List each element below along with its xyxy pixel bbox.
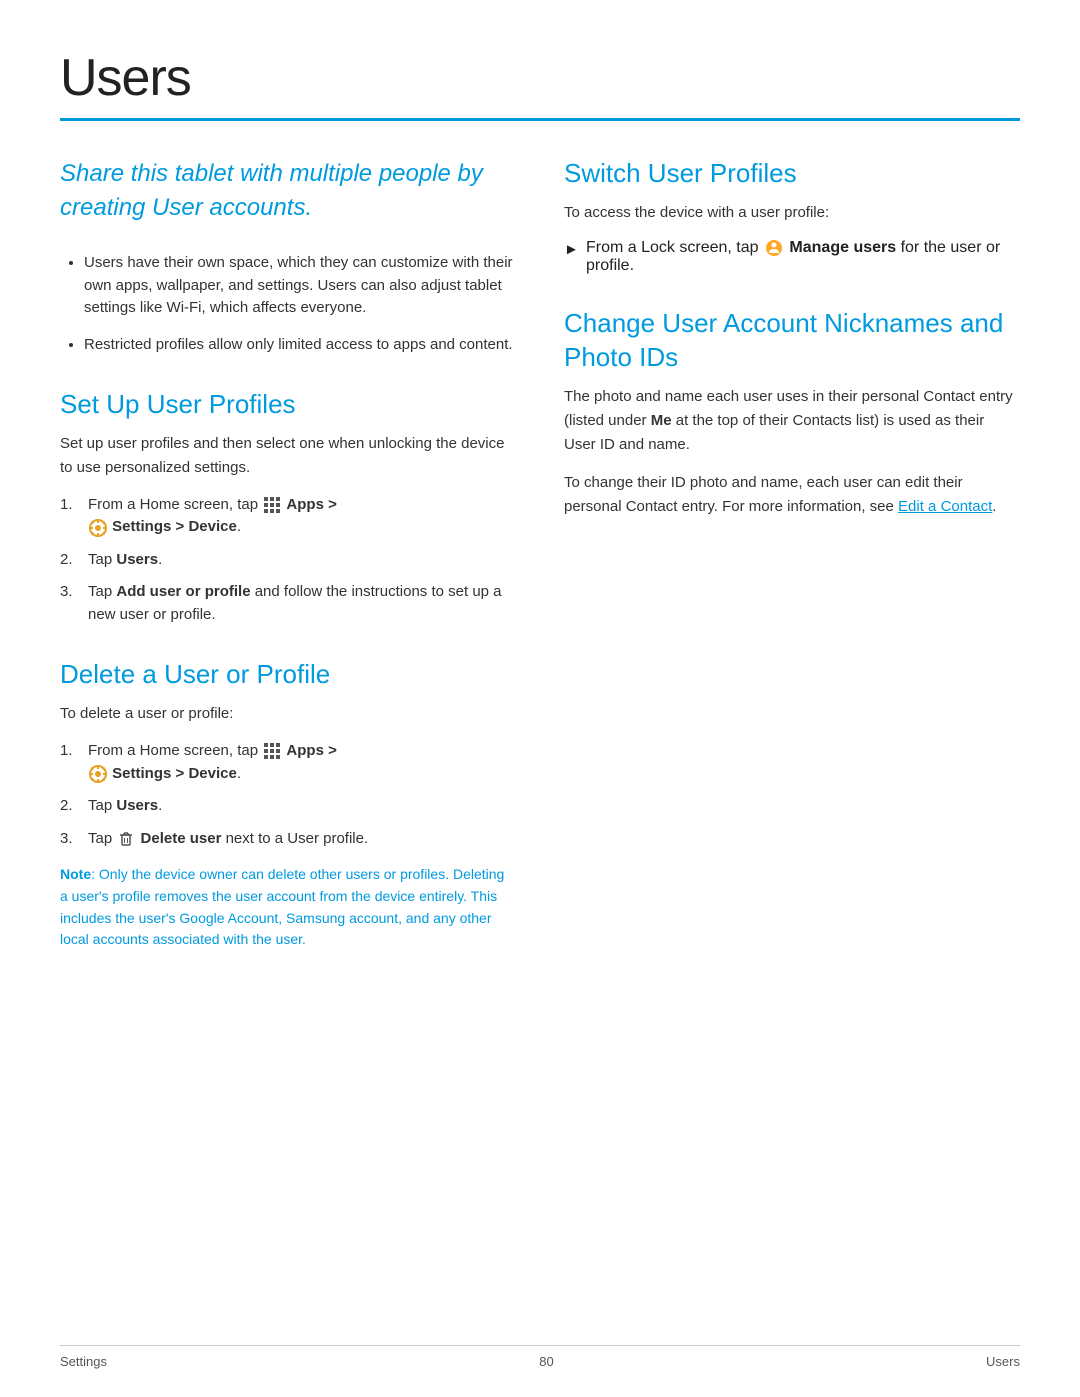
note-body: : Only the device owner can delete other…	[60, 866, 504, 947]
apps-label: Apps >	[286, 742, 336, 759]
footer-right: Users	[986, 1354, 1020, 1369]
me-bold: Me	[651, 412, 672, 429]
note-label: Note	[60, 866, 91, 882]
setup-step-3: 3. Tap Add user or profile and follow th…	[60, 581, 516, 626]
edit-contact-link[interactable]: Edit a Contact	[898, 498, 992, 515]
delete-body: To delete a user or profile:	[60, 702, 516, 726]
footer: Settings 80 Users	[60, 1345, 1020, 1369]
right-column: Switch User Profiles To access the devic…	[564, 157, 1020, 983]
trash-icon	[118, 831, 134, 847]
setup-body: Set up user profiles and then select one…	[60, 432, 516, 480]
footer-center: 80	[539, 1354, 553, 1369]
settings-label: Settings > Device	[112, 765, 237, 782]
setup-step-2: 2. Tap Users.	[60, 549, 516, 572]
intro-italic: Share this tablet with multiple people b…	[60, 157, 516, 224]
delete-step-1: 1. From a Home screen, tap	[60, 740, 516, 785]
setup-section: Set Up User Profiles Set up user profile…	[60, 388, 516, 626]
change-title: Change User Account Nicknames and Photo …	[564, 307, 1020, 375]
list-item: Restricted profiles allow only limited a…	[84, 334, 516, 357]
delete-step-2: 2. Tap Users.	[60, 795, 516, 818]
delete-section: Delete a User or Profile To delete a use…	[60, 658, 516, 951]
apps-icon	[263, 496, 281, 514]
step-bold: Delete user	[141, 830, 222, 847]
switch-body: To access the device with a user profile…	[564, 201, 1020, 225]
step-num: 3.	[60, 828, 82, 851]
switch-arrow-item: ► From a Lock screen, tap Manage users f…	[564, 239, 1020, 275]
step-bold: Users	[116, 551, 158, 568]
step-num: 2.	[60, 549, 82, 572]
step-bold: Users	[116, 797, 158, 814]
settings-icon	[89, 519, 107, 537]
change-body1: The photo and name each user uses in the…	[564, 385, 1020, 457]
step-num: 2.	[60, 795, 82, 818]
arrow-text: From a Lock screen, tap Manage users for…	[586, 239, 1020, 275]
delete-steps: 1. From a Home screen, tap	[60, 740, 516, 850]
settings-icon	[89, 765, 107, 783]
left-column: Share this tablet with multiple people b…	[60, 157, 516, 983]
page-title: Users	[60, 48, 1020, 108]
delete-step-3: 3. Tap	[60, 828, 516, 851]
manage-users-label: Manage users	[789, 239, 896, 256]
setup-title: Set Up User Profiles	[60, 388, 516, 422]
settings-label: Settings > Device	[112, 518, 237, 535]
step-content: Tap Users.	[88, 549, 516, 572]
change-body2: To change their ID photo and name, each …	[564, 471, 1020, 519]
step-content: Tap Users.	[88, 795, 516, 818]
step-num: 3.	[60, 581, 82, 604]
step-content: From a Home screen, tap	[88, 740, 516, 785]
apps-label: Apps >	[286, 496, 336, 513]
change-section: Change User Account Nicknames and Photo …	[564, 307, 1020, 519]
step-bold: Add user or profile	[116, 583, 250, 600]
switch-title: Switch User Profiles	[564, 157, 1020, 191]
setup-step-1: 1. From a Home screen, tap	[60, 494, 516, 539]
step-num: 1.	[60, 494, 82, 517]
step-content: From a Home screen, tap	[88, 494, 516, 539]
setup-steps: 1. From a Home screen, tap	[60, 494, 516, 627]
intro-bullet-list: Users have their own space, which they c…	[60, 252, 516, 356]
list-item: Users have their own space, which they c…	[84, 252, 516, 320]
switch-section: Switch User Profiles To access the devic…	[564, 157, 1020, 275]
note-text: Note: Only the device owner can delete o…	[60, 864, 516, 951]
apps-icon	[263, 742, 281, 760]
arrow-icon: ►	[564, 241, 578, 258]
step-num: 1.	[60, 740, 82, 763]
step-content: Tap	[88, 828, 516, 851]
footer-left: Settings	[60, 1354, 107, 1369]
manage-users-icon	[765, 239, 783, 257]
step-content: Tap Add user or profile and follow the i…	[88, 581, 516, 626]
title-divider	[60, 118, 1020, 121]
delete-title: Delete a User or Profile	[60, 658, 516, 692]
